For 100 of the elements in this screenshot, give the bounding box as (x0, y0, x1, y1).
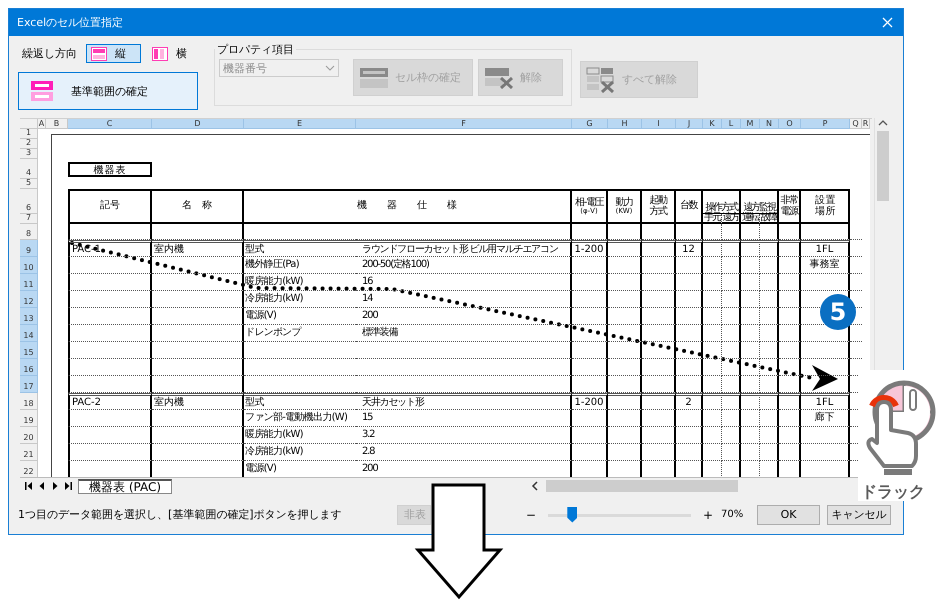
table-cell (703, 257, 722, 274)
row-header[interactable]: 20 (20, 427, 38, 444)
column-header[interactable]: D (152, 119, 244, 129)
row-header[interactable]: 3 (20, 149, 38, 159)
table-cell (676, 308, 703, 325)
row-header[interactable]: 12 (20, 291, 38, 308)
table-cell (572, 410, 608, 427)
row-header[interactable]: 11 (20, 274, 38, 291)
window-title: Excelのセル位置指定 (17, 15, 124, 30)
row-header[interactable]: 9 (20, 240, 38, 257)
table-cell (676, 376, 703, 393)
first-sheet-icon[interactable] (25, 482, 33, 490)
table-cell (760, 224, 779, 240)
column-header[interactable]: F (356, 119, 572, 129)
direction-toggle[interactable]: 縦 (86, 44, 141, 63)
row-header[interactable]: 5 (20, 179, 38, 189)
column-header[interactable]: R (862, 119, 870, 129)
table-cell (572, 325, 608, 342)
close-icon[interactable] (882, 17, 893, 28)
row-header[interactable]: 2 (20, 139, 38, 149)
range-icon (31, 81, 53, 101)
table-cell (760, 291, 779, 308)
row-header[interactable]: 18 (20, 393, 38, 410)
table-cell (572, 274, 608, 291)
row-header[interactable]: 1 (20, 129, 38, 139)
column-header[interactable]: J (676, 119, 703, 129)
row-header[interactable]: 17 (20, 376, 38, 393)
column-header[interactable]: O (779, 119, 801, 129)
row-header[interactable]: 19 (20, 410, 38, 427)
table-cell (779, 376, 801, 393)
table-cell (676, 257, 703, 274)
row-header[interactable]: 6 (20, 189, 38, 214)
table-cell (608, 240, 642, 257)
column-header[interactable]: G (572, 119, 608, 129)
table-cell: 2 (676, 393, 703, 410)
table-cell (642, 257, 676, 274)
table-cell (760, 410, 779, 427)
zoom-out-button[interactable]: − (524, 508, 538, 522)
table-cell (722, 224, 741, 240)
table-cell: 12 (676, 240, 703, 257)
table-cell (608, 393, 642, 410)
column-header[interactable]: I (642, 119, 676, 129)
row-header[interactable]: 14 (20, 325, 38, 342)
sheet-tab[interactable]: 機器表 (PAC) (78, 478, 172, 494)
column-header[interactable]: K (703, 119, 722, 129)
column-header[interactable]: P (801, 119, 850, 129)
cancel-button[interactable]: キャンセル (827, 504, 891, 524)
table-cell (676, 291, 703, 308)
row-header[interactable]: 13 (20, 308, 38, 325)
group-label: プロパティ項目 (216, 42, 295, 57)
drag-label: ドラック (861, 482, 925, 503)
table-cell (760, 359, 779, 376)
table-cell (676, 325, 703, 342)
table-cell: 3.2 (356, 427, 572, 444)
table-cell (703, 240, 722, 257)
table-cell (760, 325, 779, 342)
table-cell (572, 359, 608, 376)
column-header[interactable]: C (68, 119, 152, 129)
column-header[interactable]: E (244, 119, 356, 129)
row-header[interactable]: 15 (20, 342, 38, 359)
table-cell: ドレンポンプ (244, 325, 356, 342)
column-header[interactable]: H (608, 119, 642, 129)
direction-toggle[interactable]: 横 (147, 44, 202, 63)
table-cell: 冷房能力(kW) (244, 291, 356, 308)
table-cell (741, 410, 760, 427)
direction-label: 繰返し方向 (22, 46, 77, 61)
table-cell (608, 342, 642, 359)
previous-sheet-icon[interactable] (38, 482, 46, 490)
table-cell: 2.8 (356, 444, 572, 461)
row-header[interactable]: 16 (20, 359, 38, 376)
column-header[interactable]: M (741, 119, 760, 129)
column-header[interactable]: Q (850, 119, 862, 129)
row-header[interactable]: 21 (20, 444, 38, 461)
table-cell (760, 342, 779, 359)
row-header[interactable]: 7 (20, 214, 38, 224)
zoom-in-button[interactable]: + (701, 508, 715, 522)
next-sheet-icon[interactable] (51, 482, 59, 490)
slider-thumb[interactable] (567, 506, 578, 522)
row-header[interactable]: 10 (20, 257, 38, 274)
column-header[interactable]: B (46, 119, 68, 129)
ok-button[interactable]: OK (757, 504, 820, 524)
table-cell (779, 274, 801, 291)
row-header[interactable]: 4 (20, 159, 38, 179)
base-range-button[interactable]: 基準範囲の確定 (18, 72, 198, 110)
table-cell (760, 427, 779, 444)
column-header[interactable]: N (760, 119, 779, 129)
table-cell (572, 427, 608, 444)
left-caret-icon[interactable] (530, 481, 540, 491)
table-cell (722, 427, 741, 444)
scroll-thumb[interactable] (546, 480, 738, 492)
table-cell (722, 291, 741, 308)
table-cell (642, 240, 676, 257)
last-sheet-icon[interactable] (64, 482, 72, 490)
column-header[interactable]: L (722, 119, 741, 129)
row-header[interactable]: 8 (20, 224, 38, 240)
table-cell (760, 240, 779, 257)
scroll-thumb[interactable] (877, 131, 889, 201)
column-header[interactable]: A (38, 119, 46, 129)
table-cell (801, 224, 850, 240)
up-caret-icon[interactable] (878, 118, 888, 128)
